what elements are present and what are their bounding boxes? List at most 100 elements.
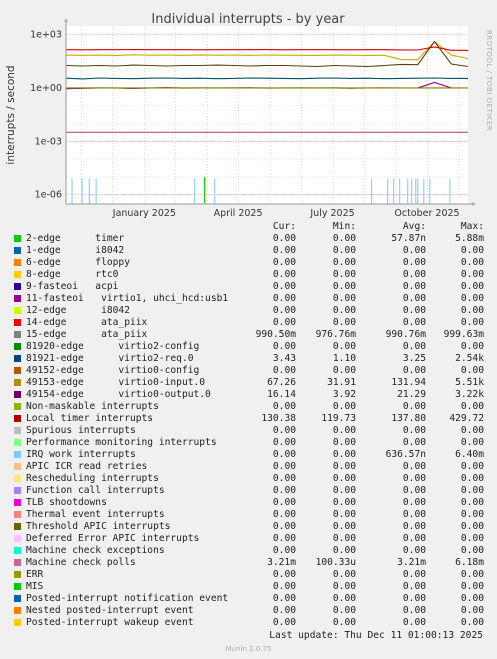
legend-min: 0.00 <box>332 317 356 328</box>
legend-label: 8-edge rtc0 <box>26 269 119 280</box>
legend-min: 0.00 <box>332 485 356 496</box>
legend-label: Threshold APIC interrupts <box>26 521 171 532</box>
header-max: Max: <box>460 221 484 232</box>
legend-swatch <box>14 427 21 434</box>
legend-swatch <box>14 283 21 290</box>
legend-max: 0.00 <box>460 485 484 496</box>
legend-max: 6.18m <box>455 557 484 568</box>
legend-label: IRQ work interrupts <box>26 449 136 460</box>
legend-row: 2-edge timer 0.00 0.00 57.87n 5.88m <box>0 233 497 245</box>
legend-label: Rescheduling interrupts <box>26 473 159 484</box>
last-update: Last update: Thu Dec 11 01:00:13 2025 <box>269 630 483 641</box>
legend-row: MIS 0.00 0.00 0.00 0.00 <box>0 581 497 593</box>
legend-label: 15-edge ata_piix <box>26 329 148 340</box>
legend-swatch <box>14 271 21 278</box>
legend-swatch <box>14 403 21 410</box>
legend-max: 2.54k <box>455 353 484 364</box>
legend-max: 429.72 <box>449 413 484 424</box>
legend-row: 11-fasteoi virtio1, uhci_hcd:usb1 0.00 0.0… <box>0 293 497 305</box>
legend-min: 1.10 <box>332 353 356 364</box>
legend-max: 0.00 <box>460 245 484 256</box>
header-min: Min: <box>332 221 356 232</box>
y-tick-label: 1e-03 <box>35 136 62 147</box>
legend-swatch <box>14 535 21 542</box>
legend-max: 6.40m <box>455 449 484 460</box>
legend-min: 3.92 <box>332 389 356 400</box>
legend-row: Performance monitoring interrupts 0.00 0.0… <box>0 437 497 449</box>
legend-header: Cur: Min: Avg: Max: <box>0 221 497 233</box>
legend-label: Posted-interrupt wakeup event <box>26 617 194 628</box>
legend-max: 0.00 <box>460 293 484 304</box>
legend-min: 0.00 <box>332 401 356 412</box>
legend-label: Spurious interrupts <box>26 425 136 436</box>
legend-row: Deferred Error APIC interrupts 0.00 0.00 0.… <box>0 533 497 545</box>
legend-min: 0.00 <box>332 605 356 616</box>
legend-row: Spurious interrupts 0.00 0.00 0.00 0.00 <box>0 425 497 437</box>
legend-swatch <box>14 259 21 266</box>
legend-label: 14-edge ata_piix <box>26 317 148 328</box>
legend-row: Posted-interrupt wakeup event 0.00 0.00 0.0… <box>0 617 497 629</box>
legend-label: TLB shootdowns <box>26 497 107 508</box>
legend-row: 49154-edge virtio0-output.0 16.14 3.92 21.2… <box>0 389 497 401</box>
legend-max: 0.00 <box>460 581 484 592</box>
legend-swatch <box>14 595 21 602</box>
legend-max: 0.00 <box>460 509 484 520</box>
legend-row: Machine check exceptions 0.00 0.00 0.00 0.00 <box>0 545 497 557</box>
legend-swatch <box>14 295 21 302</box>
legend-label: Deferred Error APIC interrupts <box>26 533 200 544</box>
legend-swatch <box>14 463 21 470</box>
legend-row: 15-edge ata_piix 990.50m 976.76m 990.76m 999… <box>0 329 497 341</box>
legend-label: Posted-interrupt notification event <box>26 593 229 604</box>
legend-swatch <box>14 415 21 422</box>
legend-max: 0.00 <box>460 305 484 316</box>
x-tick-label: July 2025 <box>309 208 354 219</box>
legend-row: 49153-edge virtio0-input.0 67.26 31.91 131.… <box>0 377 497 389</box>
legend-row: Machine check polls 3.21m 100.33u 3.21m 6.18… <box>0 557 497 569</box>
legend-label: 49153-edge virtio0-input.0 <box>26 377 206 388</box>
legend-min: 0.00 <box>332 341 356 352</box>
legend-min: 119.73 <box>321 413 356 424</box>
legend-max: 0.00 <box>460 569 484 580</box>
legend-min: 0.00 <box>332 545 356 556</box>
legend-row: Local timer interrupts 130.38 119.73 137.80… <box>0 413 497 425</box>
legend-label: 49154-edge virtio0-output.0 <box>26 389 211 400</box>
legend-row: Thermal event interrupts 0.00 0.00 0.00 0.00 <box>0 509 497 521</box>
legend-max: 0.00 <box>460 341 484 352</box>
legend-row: Function call interrupts 0.00 0.00 0.00 0.00 <box>0 485 497 497</box>
legend-row: IRQ work interrupts 0.00 0.00 636.57n 6.40m <box>0 449 497 461</box>
legend-min: 0.00 <box>332 473 356 484</box>
legend-min: 0.00 <box>332 497 356 508</box>
legend-row: Nested posted-interrupt event 0.00 0.00 0.0… <box>0 605 497 617</box>
legend-row: 81921-edge virtio2-req.0 3.43 1.10 3.25 2.54… <box>0 353 497 365</box>
legend-max: 999.63m <box>443 329 484 340</box>
y-axis-arrow <box>64 18 68 22</box>
legend-max: 0.00 <box>460 545 484 556</box>
legend-label: 1-edge i8042 <box>26 245 125 256</box>
legend-swatch <box>14 547 21 554</box>
legend-swatch <box>14 451 21 458</box>
legend-swatch <box>14 523 21 530</box>
legend-label: 9-fasteoi acpi <box>26 281 119 292</box>
legend-swatch <box>14 571 21 578</box>
legend-row: 81920-edge virtio2-config 0.00 0.00 0.00 0.0… <box>0 341 497 353</box>
legend-swatch <box>14 355 21 362</box>
legend-max: 5.51k <box>455 377 484 388</box>
legend-row: Posted-interrupt notification event 0.00 0… <box>0 593 497 605</box>
x-axis-arrow <box>472 202 476 206</box>
legend-label: ERR <box>26 569 44 580</box>
legend-table: Cur: Min: Avg: Max: 2-edge timer 0.00 0.00… <box>0 221 497 629</box>
legend-swatch <box>14 559 21 566</box>
legend-label: 2-edge timer <box>26 233 125 244</box>
legend-swatch <box>14 607 21 614</box>
y-tick-label: 1e-06 <box>35 190 62 201</box>
legend-max: 0.00 <box>460 497 484 508</box>
legend-swatch <box>14 307 21 314</box>
legend-swatch <box>14 367 21 374</box>
legend-row: ERR 0.00 0.00 0.00 0.00 <box>0 569 497 581</box>
legend-label: Function call interrupts <box>26 485 165 496</box>
legend-label: Performance monitoring interrupts <box>26 437 217 448</box>
legend-min: 0.00 <box>332 509 356 520</box>
legend-min: 0.00 <box>332 581 356 592</box>
legend-max: 0.00 <box>460 401 484 412</box>
legend-max: 0.00 <box>460 437 484 448</box>
